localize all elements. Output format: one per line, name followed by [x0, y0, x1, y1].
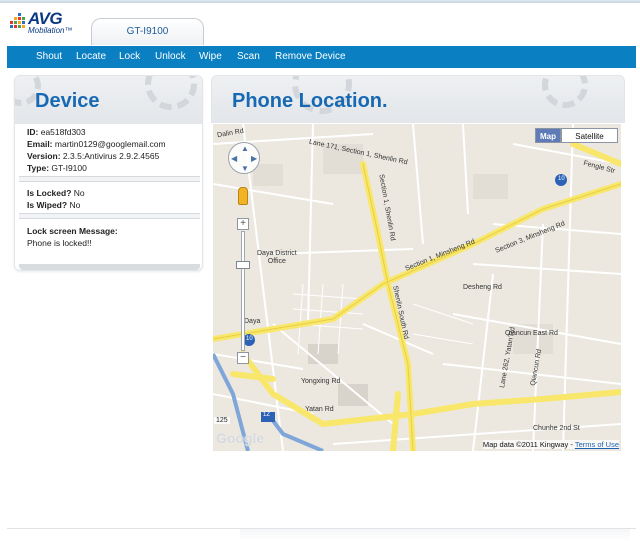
- action-menu: Shout Locate Lock Unlock Wipe Scan Remov…: [7, 46, 636, 68]
- zoom-slider[interactable]: [241, 231, 245, 351]
- highway-shield-label: 10: [246, 336, 253, 342]
- nav-unlock[interactable]: Unlock: [155, 46, 186, 68]
- district-office-label: Daya District Office: [257, 250, 297, 265]
- nav-wipe[interactable]: Wipe: [199, 46, 222, 68]
- map-roads: [213, 124, 621, 451]
- pan-control[interactable]: ▲ ▼ ◀ ▶: [228, 142, 260, 174]
- map-view-button[interactable]: Map: [535, 128, 561, 143]
- page: AVG Mobilation™ GT-I9100 Shout Locate Lo…: [0, 0, 640, 541]
- header: AVG Mobilation™ GT-I9100: [0, 3, 640, 45]
- google-logo: Google: [216, 430, 265, 446]
- device-wiped: Is Wiped? No: [27, 200, 81, 210]
- zoom-in-button[interactable]: +: [237, 218, 249, 230]
- tab-device[interactable]: GT-I9100: [91, 18, 204, 45]
- pan-right-icon[interactable]: ▶: [251, 154, 257, 163]
- map-scale: 125: [214, 417, 230, 424]
- nav-scan[interactable]: Scan: [237, 46, 260, 68]
- map-label: Desheng Rd: [463, 284, 502, 291]
- avg-logo[interactable]: AVG Mobilation™: [10, 9, 74, 39]
- nav-locate[interactable]: Locate: [76, 46, 106, 68]
- device-type: Type: GT-I9100: [27, 163, 87, 173]
- location-banner: Phone Location.: [211, 75, 625, 123]
- street-view-pegman-icon[interactable]: [238, 187, 248, 205]
- device-id: ID: ea518fd303: [27, 127, 86, 137]
- device-panel: Device ID: ea518fd303 Email: martin0129@…: [14, 75, 203, 271]
- gear-icon: [145, 76, 197, 110]
- pan-down-icon[interactable]: ▼: [241, 164, 249, 173]
- map-label: Daya: [244, 318, 261, 325]
- footer-bar: [240, 529, 630, 541]
- lock-message-label: Lock screen Message:: [27, 226, 118, 236]
- nav-shout[interactable]: Shout: [36, 46, 62, 68]
- panel-footer: [19, 264, 200, 270]
- nav-remove-device[interactable]: Remove Device: [275, 46, 346, 68]
- location-map[interactable]: Desheng Rd Qiancun East Rd Chunhe 2nd St…: [213, 124, 621, 451]
- device-title: Device: [35, 90, 100, 112]
- device-banner: Device: [15, 76, 202, 124]
- avg-logo-icon: [10, 13, 26, 29]
- highway-shield-label: 1Z: [263, 412, 271, 418]
- logo-subtitle: Mobilation™: [28, 26, 73, 35]
- device-version: Version: 2.3.5:Antivirus 2.9.2.4565: [27, 151, 160, 161]
- nav-lock[interactable]: Lock: [119, 46, 140, 68]
- pan-up-icon[interactable]: ▲: [241, 144, 249, 153]
- divider: [19, 176, 200, 182]
- gear-icon: [542, 76, 588, 108]
- lock-message-value: Phone is locked!!: [27, 238, 92, 248]
- zoom-slider-handle[interactable]: [236, 261, 250, 269]
- location-title: Phone Location.: [232, 90, 388, 112]
- location-panel: Phone Location. Desheng Rd Qiancun East …: [211, 75, 625, 453]
- zoom-out-button[interactable]: −: [237, 352, 249, 364]
- terms-of-use-link[interactable]: Terms of Use: [575, 440, 619, 449]
- map-attribution: Map data ©2011 Kingway - Terms of Use: [482, 440, 619, 449]
- map-label: Yatan Rd: [305, 406, 334, 413]
- map-label: Chunhe 2nd St: [533, 425, 580, 432]
- divider: [19, 213, 200, 219]
- satellite-view-button[interactable]: Satellite: [561, 128, 618, 143]
- device-locked: Is Locked? No: [27, 188, 85, 198]
- device-email: Email: martin0129@googlemail.com: [27, 139, 166, 149]
- pan-left-icon[interactable]: ◀: [231, 154, 237, 163]
- map-label: Yongxing Rd: [301, 378, 341, 385]
- highway-shield-label: 10: [558, 176, 565, 182]
